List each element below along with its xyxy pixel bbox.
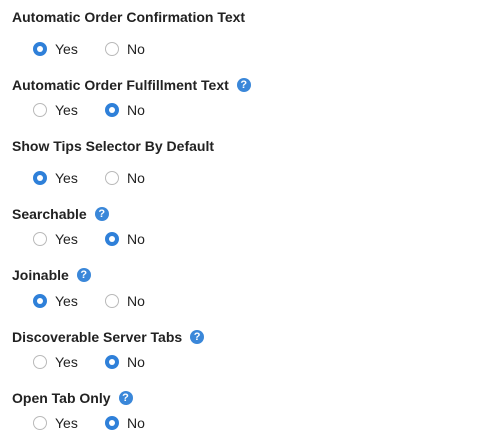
radio-group: Yes No (33, 40, 145, 58)
setting-label-row: Show Tips Selector By Default (12, 137, 492, 155)
yes-option[interactable]: Yes (33, 293, 105, 309)
yes-radio[interactable] (33, 294, 47, 308)
radio-group: Yes No (33, 414, 145, 432)
yes-radio[interactable] (33, 232, 47, 246)
no-option[interactable]: No (105, 415, 145, 431)
setting-label: Open Tab Only (12, 390, 111, 406)
setting-open-tab-only: Open Tab Only ? Yes No (12, 389, 492, 431)
no-label[interactable]: No (127, 293, 145, 309)
no-option[interactable]: No (105, 170, 145, 186)
setting-label: Show Tips Selector By Default (12, 138, 215, 154)
radio-group: Yes No (33, 230, 145, 248)
no-radio[interactable] (105, 294, 119, 308)
yes-label[interactable]: Yes (55, 41, 78, 57)
setting-label: Searchable (12, 206, 87, 222)
yes-label[interactable]: Yes (55, 293, 78, 309)
no-radio[interactable] (105, 103, 119, 117)
help-icon[interactable]: ? (236, 78, 251, 92)
yes-label[interactable]: Yes (55, 170, 78, 186)
yes-option[interactable]: Yes (33, 415, 105, 431)
yes-radio[interactable] (33, 416, 47, 430)
radio-group: Yes No (33, 101, 145, 119)
no-radio[interactable] (105, 416, 119, 430)
yes-option[interactable]: Yes (33, 231, 105, 247)
no-label[interactable]: No (127, 415, 145, 431)
yes-option[interactable]: Yes (33, 102, 105, 118)
no-radio[interactable] (105, 171, 119, 185)
setting-discoverable-server-tabs: Discoverable Server Tabs ? Yes No (12, 328, 492, 370)
yes-option[interactable]: Yes (33, 354, 105, 370)
no-label[interactable]: No (127, 41, 145, 57)
no-radio[interactable] (105, 232, 119, 246)
yes-radio[interactable] (33, 103, 47, 117)
no-radio[interactable] (105, 355, 119, 369)
help-icon[interactable]: ? (76, 268, 91, 282)
no-label[interactable]: No (127, 170, 145, 186)
no-option[interactable]: No (105, 231, 145, 247)
yes-radio[interactable] (33, 355, 47, 369)
no-label[interactable]: No (127, 354, 145, 370)
yes-option[interactable]: Yes (33, 41, 105, 57)
setting-label: Discoverable Server Tabs (12, 329, 183, 345)
no-option[interactable]: No (105, 354, 145, 370)
setting-label-row: Open Tab Only ? (12, 389, 492, 407)
radio-group: Yes No (33, 169, 145, 187)
setting-label-row: Discoverable Server Tabs ? (12, 328, 492, 346)
setting-joinable: Joinable ? Yes No (12, 266, 492, 309)
setting-label-row: Automatic Order Confirmation Text (12, 8, 492, 26)
setting-label-row: Searchable ? (12, 205, 492, 223)
yes-label[interactable]: Yes (55, 231, 78, 247)
radio-group: Yes No (33, 353, 145, 371)
help-icon[interactable]: ? (118, 391, 133, 405)
yes-radio[interactable] (33, 171, 47, 185)
no-option[interactable]: No (105, 102, 145, 118)
radio-group: Yes No (33, 292, 145, 310)
setting-automatic-order-fulfillment-text: Automatic Order Fulfillment Text ? Yes N… (12, 76, 492, 118)
yes-label[interactable]: Yes (55, 102, 78, 118)
setting-label: Automatic Order Confirmation Text (12, 9, 246, 25)
setting-label: Automatic Order Fulfillment Text (12, 77, 229, 93)
setting-show-tips-selector: Show Tips Selector By Default Yes No (12, 137, 492, 186)
setting-searchable: Searchable ? Yes No (12, 205, 492, 247)
yes-radio[interactable] (33, 42, 47, 56)
yes-label[interactable]: Yes (55, 354, 78, 370)
no-label[interactable]: No (127, 102, 145, 118)
no-radio[interactable] (105, 42, 119, 56)
no-option[interactable]: No (105, 41, 145, 57)
yes-label[interactable]: Yes (55, 415, 78, 431)
no-label[interactable]: No (127, 231, 145, 247)
setting-label-row: Joinable ? (12, 266, 492, 284)
no-option[interactable]: No (105, 293, 145, 309)
setting-automatic-order-confirmation-text: Automatic Order Confirmation Text Yes No (12, 8, 492, 57)
yes-option[interactable]: Yes (33, 170, 105, 186)
help-icon[interactable]: ? (190, 330, 205, 344)
help-icon[interactable]: ? (94, 207, 109, 221)
setting-label-row: Automatic Order Fulfillment Text ? (12, 76, 492, 94)
setting-label: Joinable (12, 267, 69, 283)
